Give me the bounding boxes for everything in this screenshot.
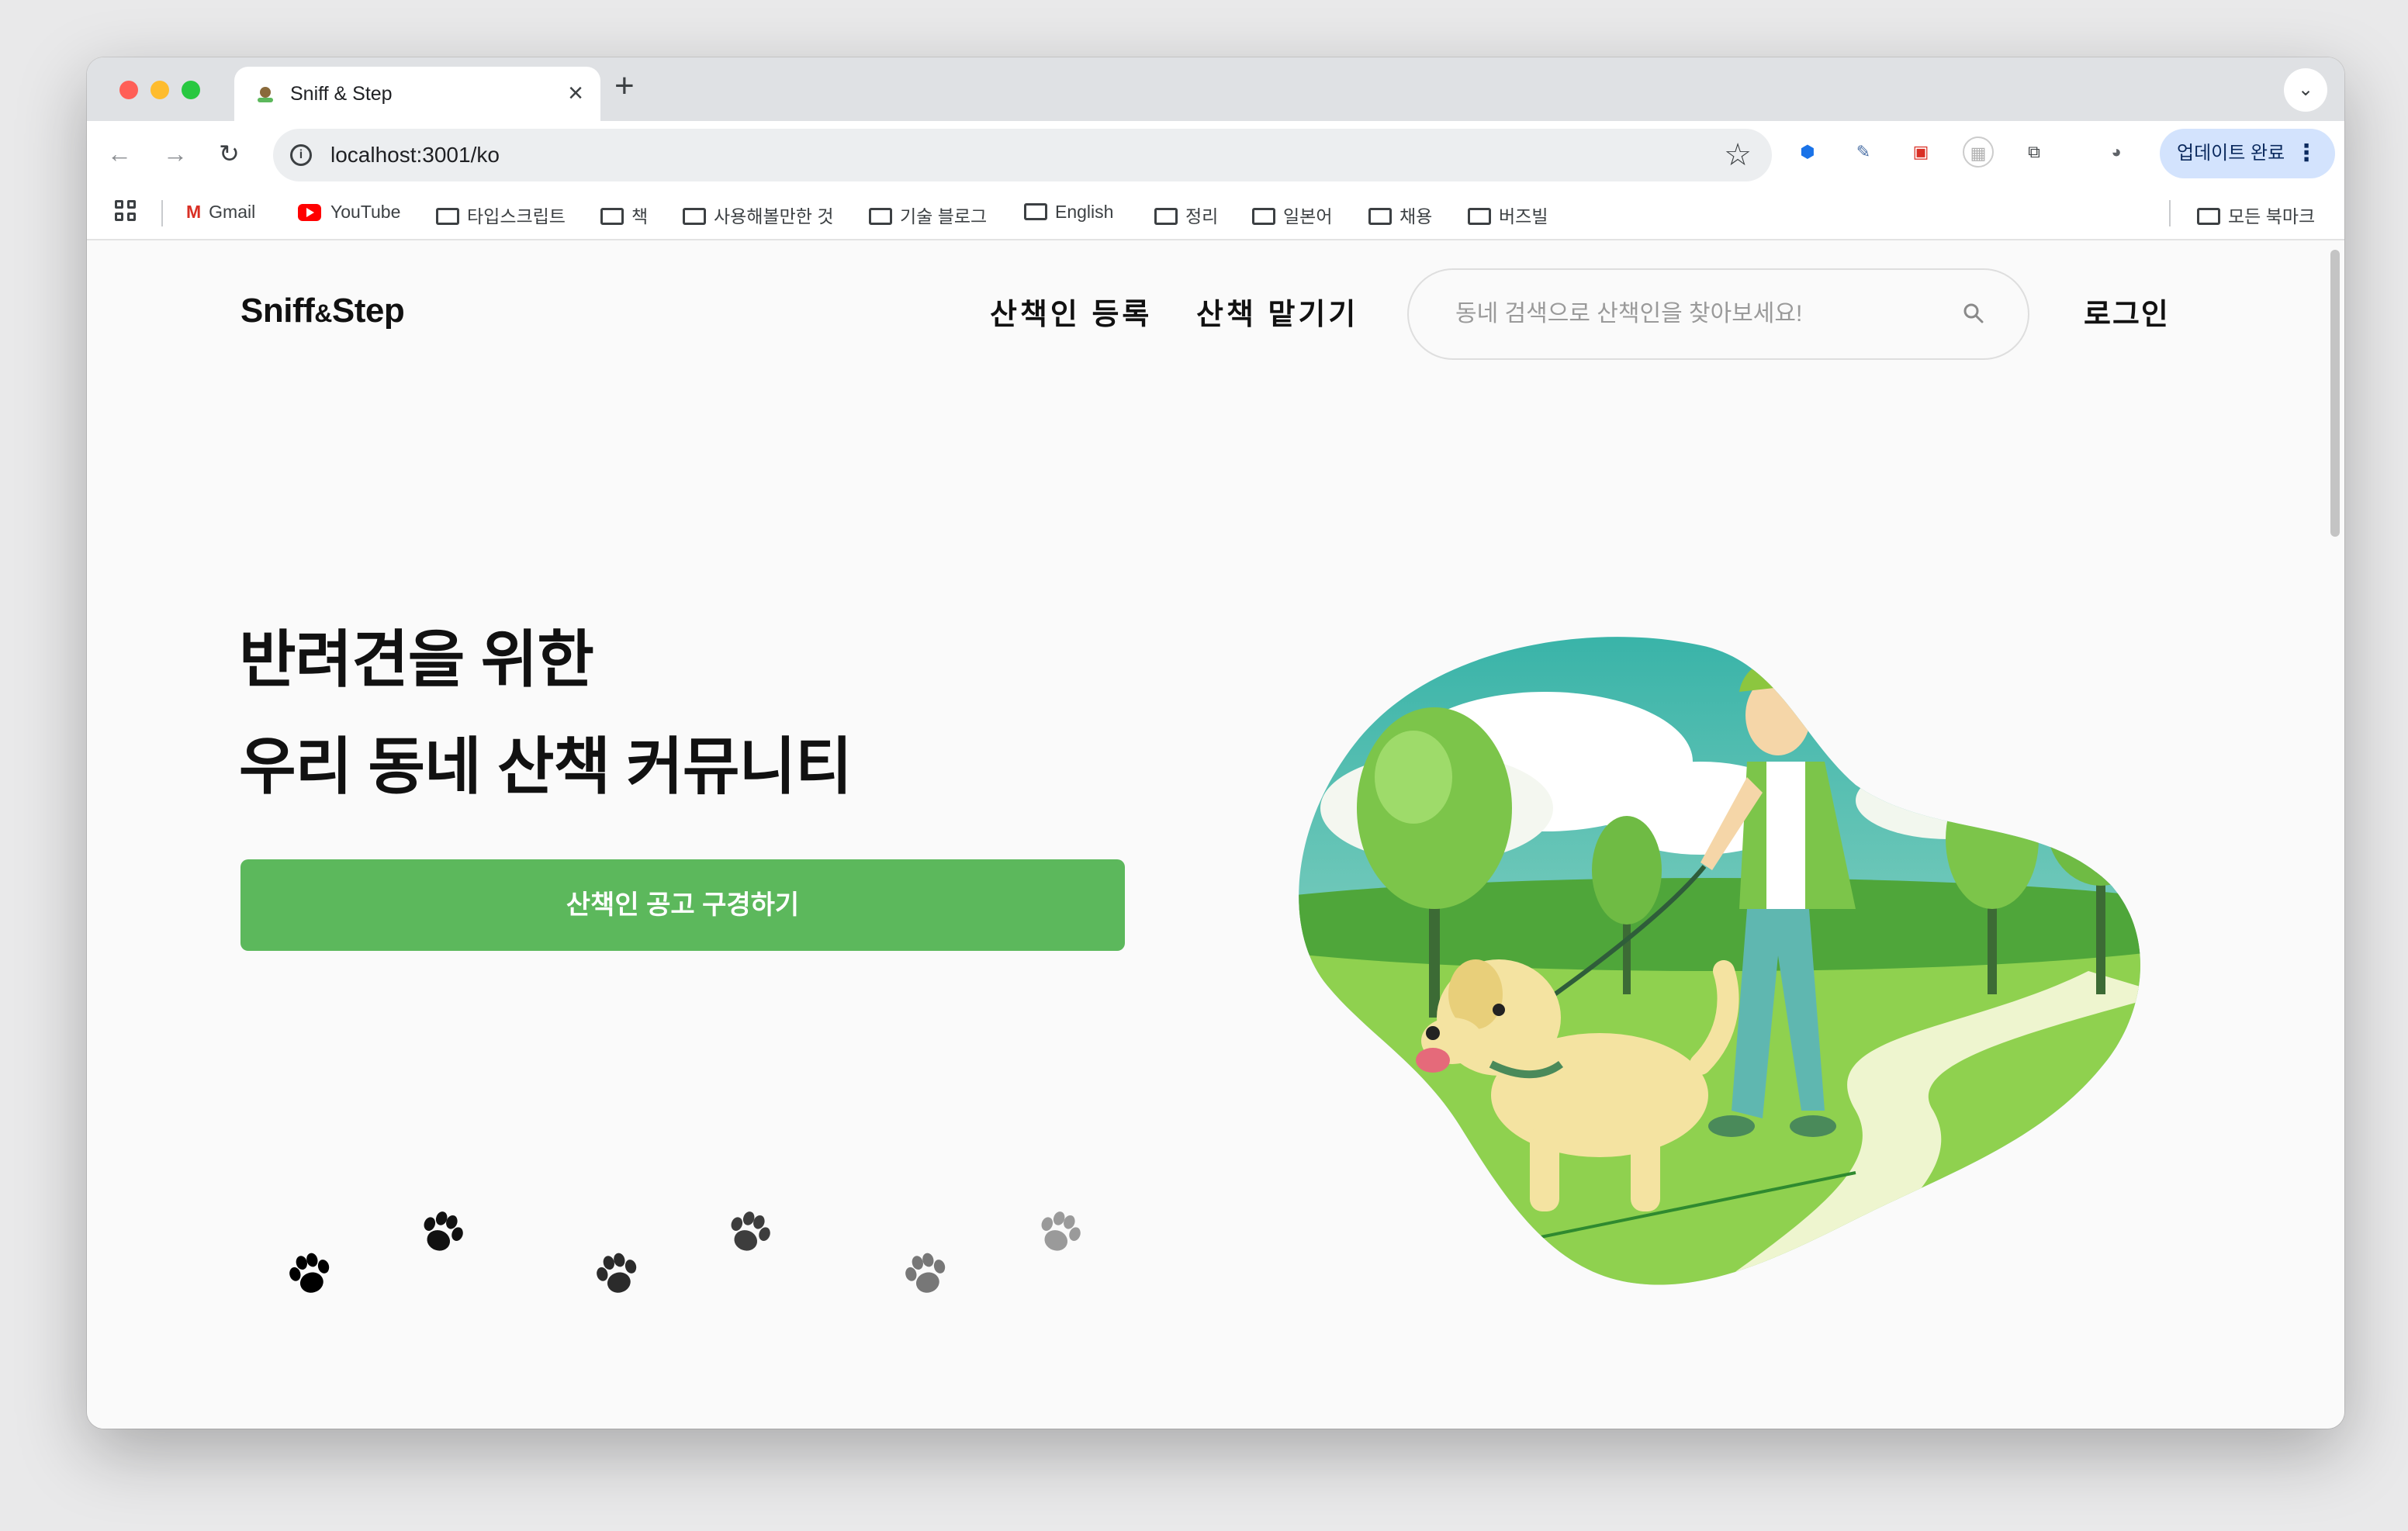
reload-icon[interactable]: ↻ <box>219 135 240 172</box>
hero-title-line-2: 우리 동네 산책 커뮤니티 <box>239 732 853 801</box>
bookmark-folder-tech-blog[interactable]: 기술 블로그 <box>869 202 987 228</box>
nav-walker-register[interactable]: 산책인 등록 <box>990 290 1152 333</box>
folder-icon <box>1024 203 1047 220</box>
all-bookmarks-folder[interactable]: 모든 북마크 <box>2197 202 2315 228</box>
paw-print-icon <box>424 1211 463 1251</box>
paw-print-icon <box>597 1253 637 1293</box>
folder-icon <box>436 208 459 225</box>
login-link[interactable]: 로그인 <box>2084 290 2170 333</box>
back-arrow-icon[interactable]: ← <box>107 135 132 172</box>
update-complete-button[interactable]: 업데이트 완료 ⋮ <box>2160 129 2335 178</box>
browse-walker-posts-button[interactable]: 산책인 공고 구경하기 <box>240 859 1125 951</box>
folder-icon <box>869 208 892 225</box>
extension-shield-icon[interactable]: ⬢ <box>1792 137 1823 168</box>
youtube-icon <box>298 204 321 221</box>
bookmark-folder-hiring[interactable]: 채용 <box>1368 202 1432 228</box>
bookmark-youtube[interactable]: YouTube <box>298 202 400 223</box>
update-button-label: 업데이트 완료 <box>2177 143 2285 164</box>
paw-print-icon <box>905 1253 946 1293</box>
bookmark-gmail[interactable]: M Gmail <box>186 202 255 223</box>
page-scrollbar[interactable] <box>2329 247 2341 1426</box>
neighborhood-search[interactable] <box>1407 268 2029 360</box>
paw-print-icon <box>731 1211 770 1251</box>
web-page: Sniff&Step 산책인 등록 산책 맡기기 로그인 반려견을 위한 우리 … <box>87 242 2344 1429</box>
address-bar[interactable]: i localhost:3001/ko ☆ <box>273 129 1772 181</box>
extension-video-icon[interactable]: ▣ <box>1905 137 1936 168</box>
site-info-icon[interactable]: i <box>290 144 312 166</box>
apps-grid-icon[interactable] <box>115 200 138 223</box>
menu-dots-icon: ⋮ <box>2295 140 2318 166</box>
bookmark-folder-buzzvil[interactable]: 버즈빌 <box>1468 202 1548 228</box>
hero-illustration <box>1299 637 2141 1285</box>
bookmark-folder-japanese[interactable]: 일본어 <box>1252 202 1332 228</box>
bookmarks-divider <box>161 200 163 226</box>
hero-title: 반려견을 위한 우리 동네 산책 커뮤니티 <box>239 607 853 821</box>
bookmark-folder-notes[interactable]: 정리 <box>1154 202 1218 228</box>
maximize-window-button[interactable] <box>182 81 200 99</box>
tab-search-button[interactable]: ⌄ <box>2284 68 2327 112</box>
search-input[interactable] <box>1455 301 1952 327</box>
bookmark-folder-try[interactable]: 사용해볼만한 것 <box>683 202 834 228</box>
tab-title: Sniff & Step <box>290 83 393 105</box>
site-favicon-icon <box>258 87 273 102</box>
folder-icon <box>1154 208 1178 225</box>
folder-icon <box>2197 208 2220 225</box>
folder-icon <box>1368 208 1392 225</box>
bookmark-folder-books[interactable]: 책 <box>600 202 648 228</box>
folder-icon <box>683 208 706 225</box>
hero-title-line-1: 반려견을 위한 <box>239 625 594 694</box>
minimize-window-button[interactable] <box>150 81 169 99</box>
extensions-puzzle-icon[interactable]: ⧉ <box>2019 137 2050 168</box>
extension-pen-icon[interactable]: ✎ <box>1848 137 1879 168</box>
profile-avatar-icon[interactable]: ◕ <box>2101 137 2132 168</box>
bookmarks-divider <box>2169 200 2171 226</box>
browser-toolbar: ← → ↻ i localhost:3001/ko ☆ ⬢ ✎ ▣ ▦ ⧉ ◕ … <box>87 121 2344 186</box>
forward-arrow-icon[interactable]: → <box>163 135 188 172</box>
tab-strip: Sniff & Step × + ⌄ <box>87 57 2344 123</box>
browser-window: Sniff & Step × + ⌄ ← → ↻ i localhost:300… <box>87 57 2344 1429</box>
folder-icon <box>1252 208 1275 225</box>
site-logo[interactable]: Sniff&Step <box>240 292 405 330</box>
scrollbar-thumb[interactable] <box>2330 250 2340 537</box>
paw-print-icon <box>289 1253 330 1293</box>
address-url[interactable]: localhost:3001/ko <box>330 143 500 168</box>
nav-request-walk[interactable]: 산책 맡기기 <box>1196 290 1358 333</box>
extension-grid-icon[interactable]: ▦ <box>1963 137 1994 168</box>
browser-tab-active[interactable]: Sniff & Step × <box>234 67 600 123</box>
new-tab-button[interactable]: + <box>614 67 635 105</box>
close-window-button[interactable] <box>119 81 138 99</box>
bookmark-folder-typescript[interactable]: 타입스크립트 <box>436 202 566 228</box>
folder-icon <box>600 208 624 225</box>
folder-icon <box>1468 208 1491 225</box>
paw-print-icon <box>1041 1211 1081 1251</box>
search-icon[interactable] <box>1963 302 1984 324</box>
gmail-icon: M <box>186 202 202 222</box>
bookmark-star-icon[interactable]: ☆ <box>1724 135 1752 175</box>
bookmark-folder-english[interactable]: English <box>1024 202 1113 223</box>
tab-close-icon[interactable]: × <box>568 78 583 109</box>
bookmarks-bar: M Gmail YouTube 타입스크립트 책 사용해볼만한 것 기술 블로그 … <box>87 186 2344 240</box>
